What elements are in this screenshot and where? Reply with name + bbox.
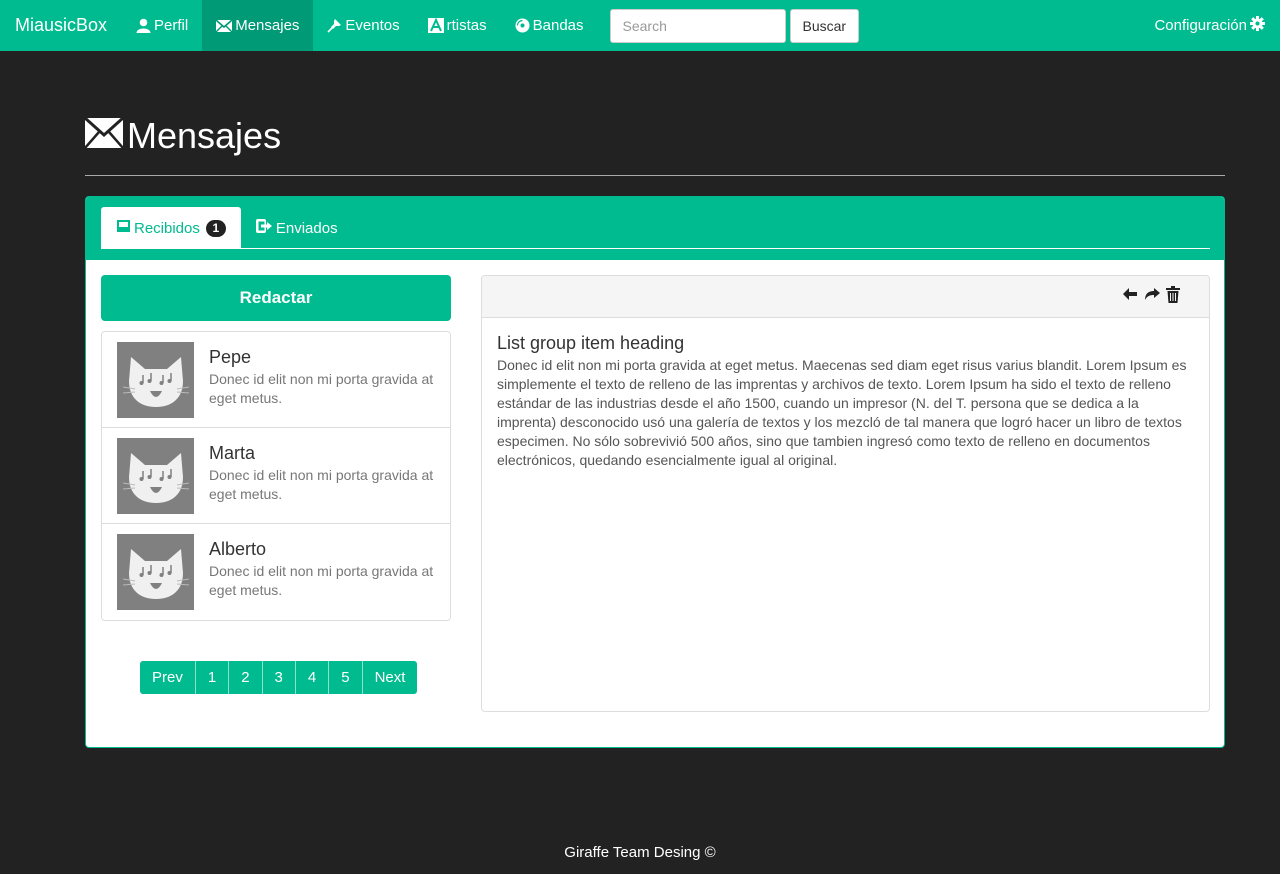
config-label: Configuración	[1154, 17, 1247, 34]
nav-item-bandas[interactable]: Bandas	[501, 0, 598, 51]
inbox-icon	[116, 219, 131, 237]
envelope-icon	[216, 19, 233, 32]
page-title: Mensajes	[127, 115, 282, 156]
message-preview: Donec id elit non mi porta gravida at eg…	[209, 371, 434, 406]
message-body: Marta Donec id elit non mi porta gravida…	[209, 438, 435, 513]
pagination-page-5[interactable]: 5	[328, 661, 362, 694]
pagination-page-4[interactable]: 4	[294, 661, 329, 694]
nav-item-eventos[interactable]: Eventos	[313, 0, 413, 51]
cat-icon	[122, 549, 189, 599]
footer: Giraffe Team Desing ©	[564, 844, 716, 861]
nav-item-mensajes[interactable]: Mensajes	[202, 0, 314, 51]
messages-panel: Recibidos 1 Enviados Redactar Pepe Donec…	[85, 196, 1225, 748]
tab-label: Enviados	[275, 219, 338, 237]
envelope-icon	[83, 116, 125, 153]
pagination-prev[interactable]: Prev	[140, 661, 195, 694]
nav-item-artistas[interactable]: rtistas	[414, 0, 501, 51]
compose-button[interactable]: Redactar	[101, 275, 451, 321]
nav-item-label: rtistas	[446, 17, 487, 34]
nav-item-label: Perfil	[154, 17, 189, 34]
reader-content: List group item heading Donec id elit no…	[482, 318, 1209, 484]
list-item[interactable]: Marta Donec id elit non mi porta gravida…	[102, 428, 450, 524]
navbar: MiausicBox Perfil Mensajes Eventos rtist…	[0, 0, 1280, 51]
pagination-page-1[interactable]: 1	[194, 661, 229, 694]
reply-icon[interactable]	[1122, 287, 1138, 306]
tab-recibidos[interactable]: Recibidos 1	[101, 207, 241, 249]
nav-item-label: Mensajes	[235, 17, 300, 34]
nav-item-label: Bandas	[532, 17, 584, 34]
font-icon	[427, 18, 444, 33]
tab-enviados[interactable]: Enviados	[241, 207, 353, 249]
message-body: Pepe Donec id elit non mi porta gravida …	[209, 342, 435, 417]
search-button[interactable]: Buscar	[789, 8, 860, 43]
tab-label: Recibidos	[134, 219, 200, 237]
cat-icon	[122, 357, 189, 407]
cd-icon	[515, 18, 530, 33]
gear-icon	[1250, 16, 1265, 35]
brand-logo[interactable]: MiausicBox	[0, 0, 122, 51]
log-out-icon	[255, 219, 273, 237]
message-preview: Donec id elit non mi porta gravida at eg…	[209, 467, 434, 502]
message-body: Alberto Donec id elit non mi porta gravi…	[209, 534, 435, 610]
config-link[interactable]: Configuración	[1154, 0, 1265, 51]
sender-name: Pepe	[209, 347, 252, 367]
list-item[interactable]: Alberto Donec id elit non mi porta gravi…	[102, 524, 450, 620]
unread-badge: 1	[205, 219, 226, 237]
pagination-next[interactable]: Next	[361, 661, 418, 694]
message-preview: Donec id elit non mi porta gravida at eg…	[209, 563, 434, 598]
reader-toolbar	[482, 276, 1209, 318]
nav-item-perfil[interactable]: Perfil	[122, 0, 202, 51]
pagination: Prev 1 2 3 4 5 Next	[140, 661, 418, 694]
search-input[interactable]	[609, 8, 786, 43]
avatar	[117, 438, 194, 514]
forward-icon[interactable]	[1144, 287, 1160, 306]
user-icon	[136, 18, 151, 33]
page-header: Mensajes	[83, 112, 1225, 176]
cat-icon	[122, 453, 189, 503]
panel-heading: Recibidos 1 Enviados	[86, 197, 1224, 260]
message-list: Pepe Donec id elit non mi porta gravida …	[101, 331, 451, 621]
search-form: Buscar	[609, 8, 860, 43]
nav-item-label: Eventos	[345, 17, 400, 34]
pushpin-icon	[327, 18, 342, 33]
pagination-page-3[interactable]: 3	[261, 661, 295, 694]
trash-icon[interactable]	[1166, 285, 1180, 308]
message-heading: List group item heading	[497, 333, 685, 353]
avatar	[117, 342, 194, 418]
message-text: Donec id elit non mi porta gravida at eg…	[497, 357, 1187, 468]
sender-name: Marta	[209, 443, 256, 463]
message-reader: List group item heading Donec id elit no…	[481, 275, 1210, 712]
list-item[interactable]: Pepe Donec id elit non mi porta gravida …	[102, 332, 450, 428]
pagination-page-2[interactable]: 2	[228, 661, 262, 694]
sender-name: Alberto	[209, 539, 267, 559]
message-tabs: Recibidos 1 Enviados	[101, 207, 1210, 249]
avatar	[117, 534, 194, 610]
